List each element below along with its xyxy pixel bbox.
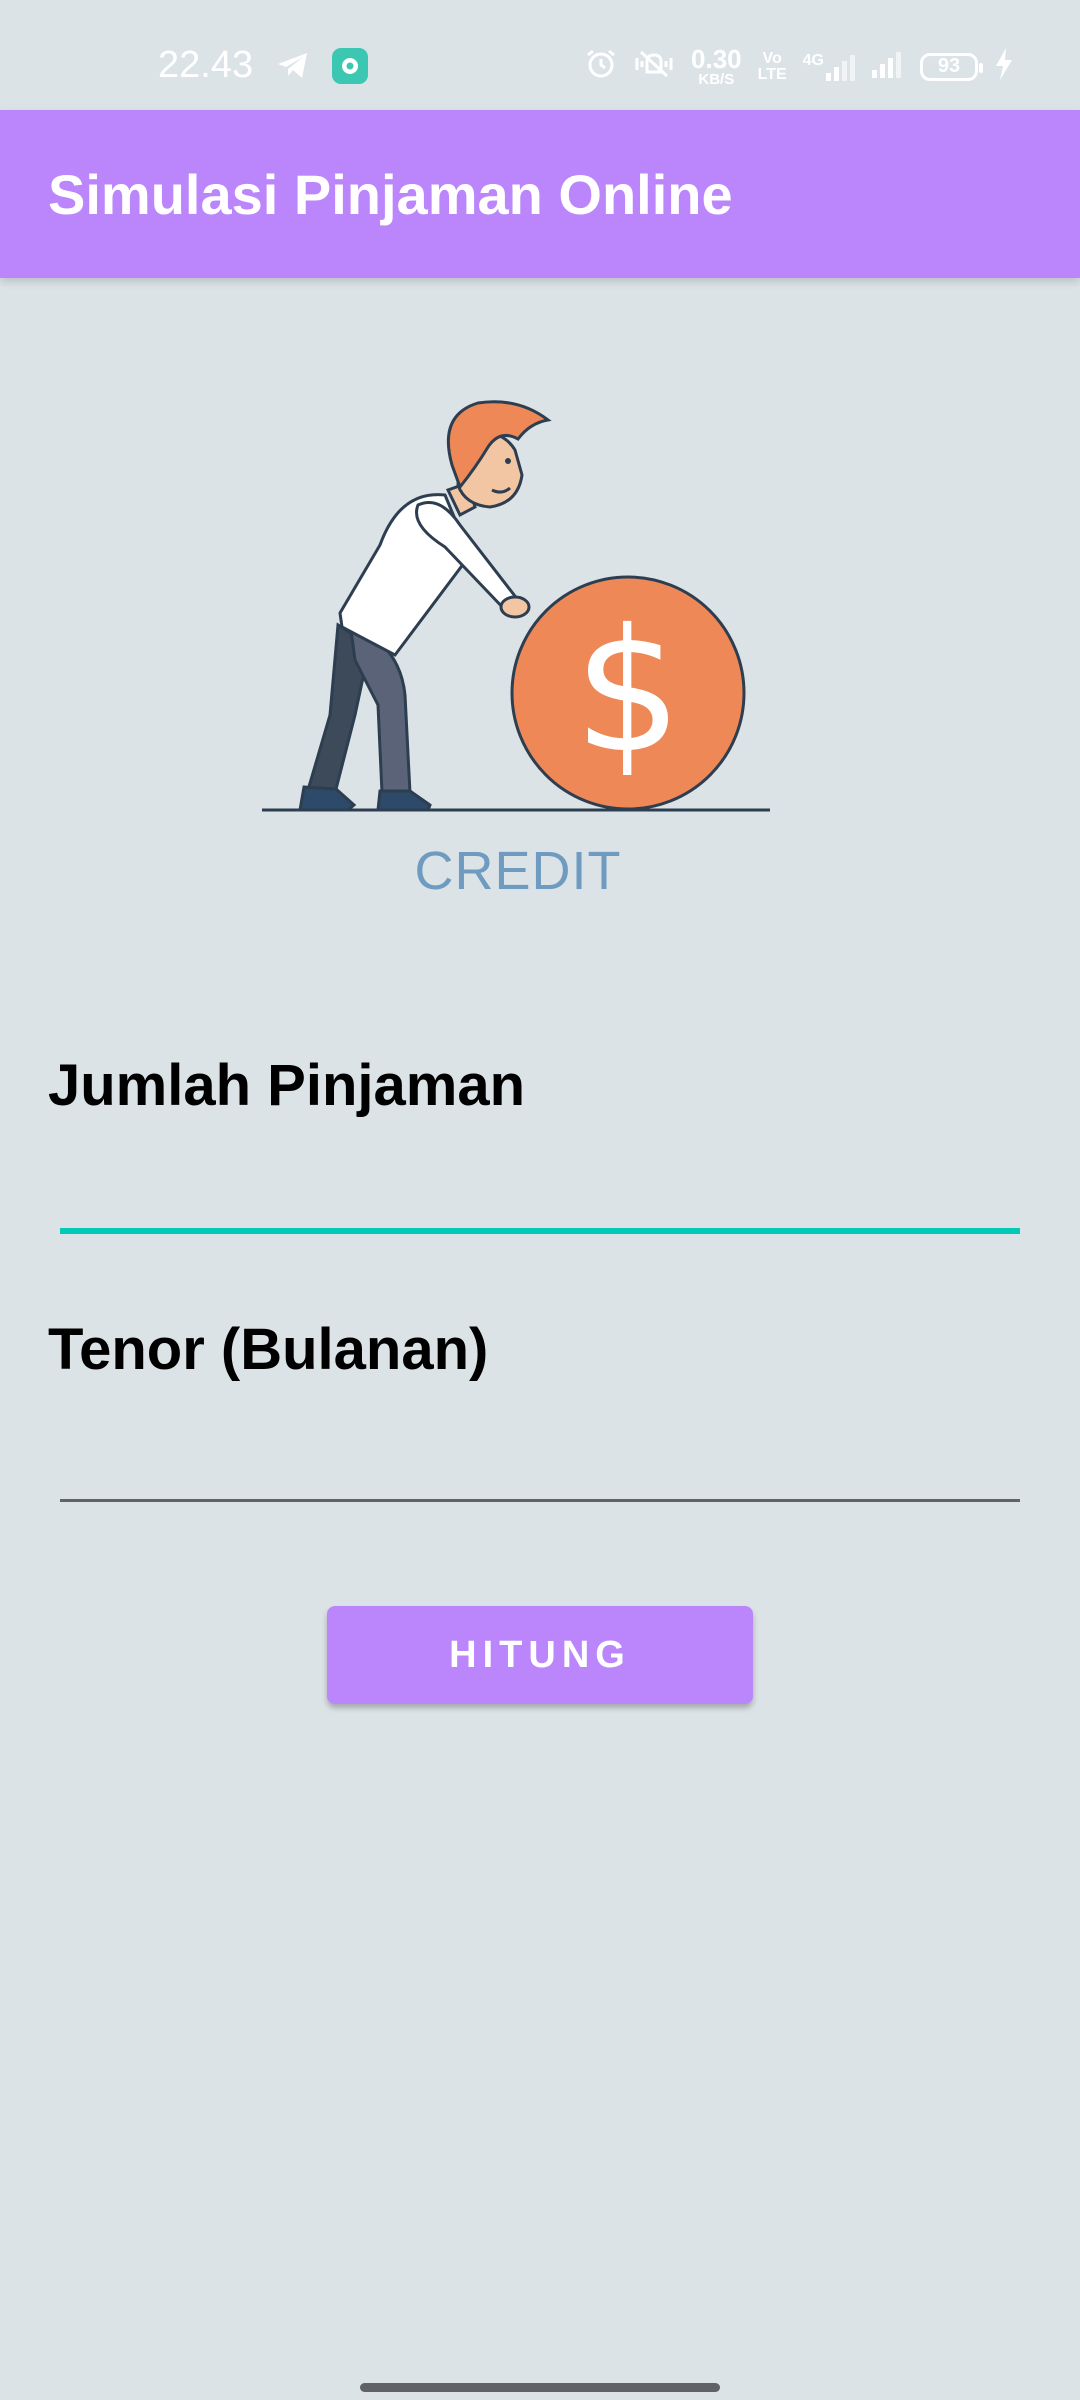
person-back-shoe [298,785,357,812]
gesture-nav-handle[interactable] [360,2383,720,2392]
loan-amount-input[interactable] [60,1154,1020,1234]
loan-amount-label: Jumlah Pinjaman [48,1053,526,1118]
volte-bottom: LTE [757,65,787,83]
alarm-icon [585,48,617,85]
system-icons: 0.30 KB/S Vo LTE 4G 93 [585,46,1014,87]
dollar-sign-icon: $ [574,593,682,791]
person-front-shoe [376,789,432,812]
status-bar: 22.43 0.30 KB/S Vo LTE 4G 93 [0,0,1080,110]
charging-icon [994,48,1014,85]
calculate-button[interactable]: HITUNG [327,1606,753,1704]
network-type: 4G [802,51,824,69]
volte-indicator: Vo LTE [757,49,787,83]
app-notification-icon [332,48,368,89]
net-speed-unit: KB/S [698,71,735,88]
tenor-label: Tenor (Bulanan) [48,1317,489,1382]
net-speed-value: 0.30 [691,44,742,74]
person-hand [499,595,531,619]
person-eye [505,458,511,464]
battery-indicator: 93 [920,52,983,81]
mute-vibrate-icon [633,48,675,85]
volte-top: Vo [762,49,782,67]
tenor-input[interactable] [60,1422,1020,1502]
telegram-icon [276,51,310,86]
signal-4g-icon: 4G [802,51,856,81]
credit-illustration: $ [262,400,770,812]
app-bar: Simulasi Pinjaman Online [0,110,1080,278]
network-speed: 0.30 KB/S [691,46,742,87]
notification-icons [276,48,368,89]
status-time: 22.43 [158,44,254,86]
illustration-caption: CREDIT [414,841,622,901]
app-title: Simulasi Pinjaman Online [48,163,733,226]
signal-icon [872,50,904,83]
